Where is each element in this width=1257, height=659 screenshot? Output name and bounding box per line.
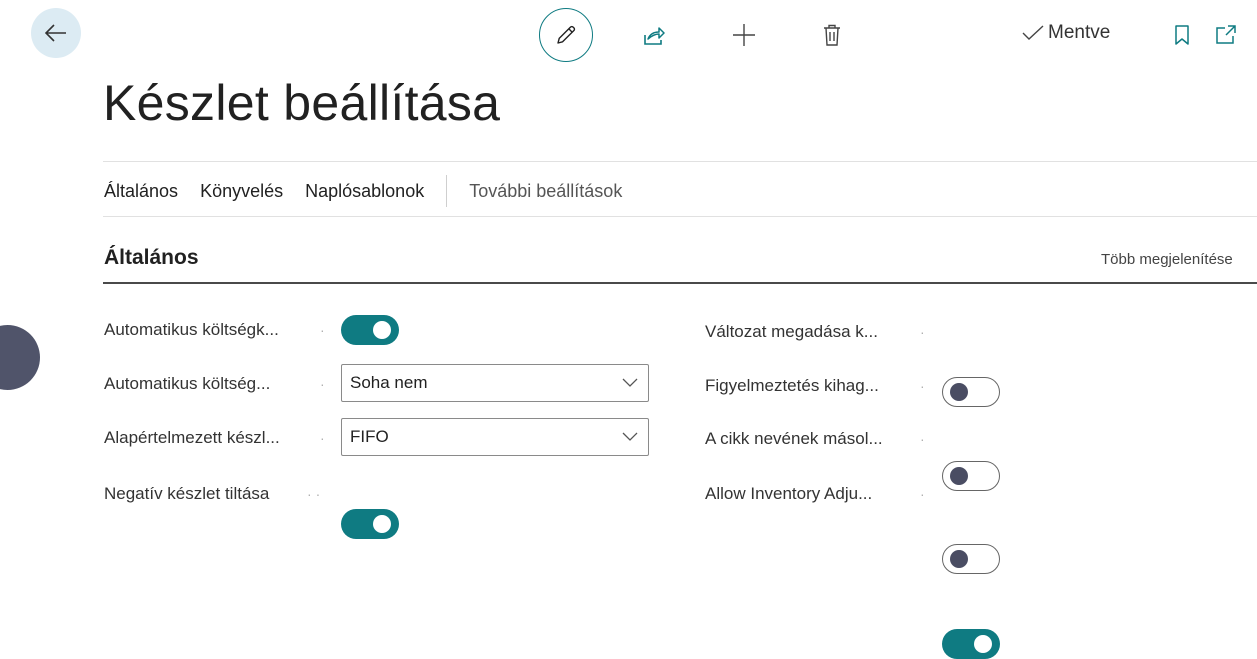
back-button[interactable] [31, 8, 81, 58]
skip-warning-toggle[interactable] [942, 461, 1000, 491]
field-dots: · [320, 430, 329, 446]
default-costing-method-select[interactable]: FIFO [341, 418, 649, 456]
chevron-down-icon [622, 378, 638, 387]
tab-altalanos[interactable]: Általános [104, 181, 178, 202]
divider [103, 216, 1257, 217]
share-button[interactable] [641, 24, 667, 48]
field-label: Figyelmeztetés kihag... [705, 376, 879, 395]
divider [103, 161, 1257, 162]
page-title: Készlet beállítása [103, 75, 501, 131]
field-label: Allow Inventory Adju... [705, 484, 873, 503]
field-dots: · [920, 431, 929, 447]
toggle-knob [974, 635, 992, 653]
open-in-new-window-button[interactable] [1213, 22, 1239, 48]
trash-icon [824, 24, 840, 46]
back-arrow-icon [45, 24, 66, 42]
section-underline [103, 282, 1257, 284]
field-dots: · [920, 486, 929, 502]
side-panel-toggle[interactable] [0, 325, 40, 390]
section-title: Általános [104, 246, 199, 269]
toggle-knob [950, 466, 968, 485]
tab-separator [446, 175, 448, 207]
field-label: Negatív készlet tiltása [104, 484, 270, 503]
open-in-new-icon [1216, 25, 1236, 44]
field-label: Automatikus költség... [104, 374, 271, 393]
toggle-knob [950, 382, 968, 401]
saved-status: Mentve [1022, 18, 1110, 48]
toggle-knob [373, 321, 391, 339]
share-icon [644, 27, 665, 45]
checkmark-icon [1022, 25, 1044, 40]
field-label: A cikk nevének másol... [705, 429, 883, 448]
plus-icon [733, 24, 755, 46]
select-value: Soha nem [350, 373, 428, 392]
field-dots: · [320, 376, 329, 392]
automatic-cost-adjustment-select[interactable]: Soha nem [341, 364, 649, 402]
automatic-cost-posting-toggle[interactable] [341, 315, 399, 345]
new-button[interactable] [731, 22, 757, 48]
allow-inventory-adjustment-toggle[interactable] [942, 629, 1000, 659]
field-label: Automatikus költségk... [104, 320, 279, 339]
toggle-knob [950, 549, 968, 568]
chevron-down-icon [622, 432, 638, 441]
field-dots: · [920, 378, 929, 394]
show-more-link[interactable]: Több megjelenítése [1101, 251, 1233, 268]
prevent-negative-inventory-toggle[interactable] [341, 509, 399, 539]
pencil-icon [557, 25, 576, 44]
variant-mandatory-toggle[interactable] [942, 377, 1000, 407]
saved-label: Mentve [1048, 22, 1111, 43]
tab-tovabbi-beallitasok[interactable]: További beállítások [469, 181, 622, 202]
edit-button[interactable] [539, 8, 593, 62]
tab-bar: Általános Könyvelés Naplósablonok Tovább… [104, 166, 644, 216]
bookmark-icon [1175, 25, 1189, 45]
field-dots: · [920, 324, 929, 340]
field-label: Változat megadása k... [705, 322, 878, 341]
delete-button[interactable] [821, 22, 843, 48]
select-value: FIFO [350, 427, 389, 446]
tab-naplosablonok[interactable]: Naplósablonok [305, 181, 424, 202]
bookmark-button[interactable] [1172, 22, 1192, 48]
field-dots: ·· [307, 486, 325, 502]
toggle-knob [373, 515, 391, 533]
copy-item-name-toggle[interactable] [942, 544, 1000, 574]
field-dots: · [320, 322, 329, 338]
field-label: Alapértelmezett készl... [104, 428, 280, 447]
tab-konyveles[interactable]: Könyvelés [200, 181, 283, 202]
